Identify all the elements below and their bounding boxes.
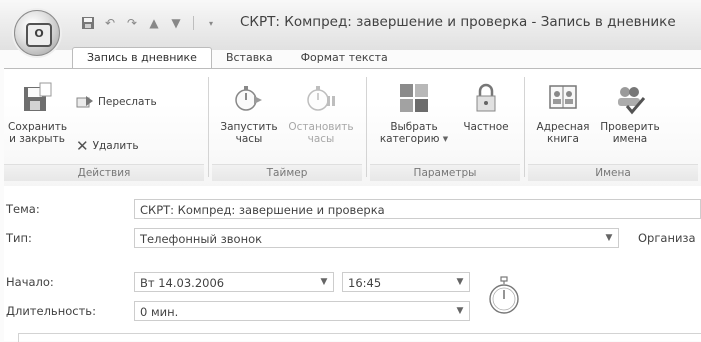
appointment-form: Тема: СКРТ: Компред: завершение и провер… [4,186,701,342]
duration-select[interactable]: 0 мин. ▼ [134,301,470,321]
group-actions-label: Действия [4,164,204,181]
office-button[interactable]: O [14,10,60,56]
chevron-down-icon: ▼ [456,306,464,316]
group-separator [366,77,367,177]
up-icon[interactable]: ▲ [146,15,162,31]
address-book-icon [546,81,580,115]
company-label: Организа [638,231,696,245]
group-timer: Запустить часы Остановить часы Таймер [212,73,362,181]
stop-timer-button[interactable]: Остановить часы [284,81,358,145]
group-timer-label: Таймер [212,164,362,181]
forward-icon [76,96,93,108]
tab-appointment[interactable]: Запись в дневнике [72,47,212,68]
ribbon: Сохранить и закрыть Переслать ✕ Удалить … [4,68,701,188]
group-separator [524,77,525,177]
start-time-select[interactable]: 16:45 ▼ [342,272,470,292]
category-icon [397,81,431,115]
chevron-down-icon: ▼ [442,135,449,143]
forward-button[interactable]: Переслать [76,95,157,109]
group-separator [208,77,209,177]
stop-timer-icon [304,81,338,115]
type-label: Тип: [6,231,32,245]
lock-icon [469,81,503,115]
quick-access-toolbar: ↶ ↷ ▲ ▼ ▾ [80,14,219,32]
duration-label: Длительность: [6,304,96,318]
start-date-select[interactable]: Вт 14.03.2006 ▼ [134,272,334,292]
chevron-down-icon: ▼ [605,233,613,243]
customize-qat-icon[interactable]: ▾ [203,15,219,31]
chevron-down-icon: ▼ [456,277,464,287]
subject-input[interactable]: СКРТ: Компред: завершение и проверка [134,199,701,219]
type-select[interactable]: Телефонный звонок ▼ [134,228,619,248]
tab-insert[interactable]: Вставка [212,48,287,68]
group-names-label: Имена [528,164,698,181]
start-date-value: Вт 14.03.2006 [140,276,225,290]
save-close-icon [20,81,54,115]
window-title: СКРТ: Компред: завершение и проверка - З… [240,14,676,30]
start-timer-icon [232,81,266,115]
type-value: Телефонный звонок [140,232,263,246]
tab-format-text[interactable]: Формат текста [287,48,402,68]
delete-button[interactable]: ✕ Удалить [76,137,139,155]
start-label: Начало: [6,275,54,289]
ribbon-tabs: Запись в дневнике Вставка Формат текста [72,46,402,68]
group-options: Выбрать категорию ▼ Частное Параметры [370,73,520,181]
subject-label: Тема: [6,202,40,216]
office-logo-icon: O [26,23,52,47]
categorize-button[interactable]: Выбрать категорию ▼ [376,81,452,145]
address-book-button[interactable]: Адресная книга [532,81,594,145]
save-close-button[interactable]: Сохранить и закрыть [8,81,67,145]
delete-icon: ✕ [76,137,89,155]
qat-separator [193,16,194,30]
check-names-button[interactable]: Проверить имена [594,81,666,145]
duration-value: 0 мин. [140,305,179,319]
group-actions: Сохранить и закрыть Переслать ✕ Удалить … [4,73,204,181]
chevron-down-icon: ▼ [320,277,328,287]
stopwatch-icon [486,276,522,319]
down-icon[interactable]: ▼ [168,15,184,31]
start-timer-button[interactable]: Запустить часы [214,81,284,145]
redo-icon[interactable]: ↷ [124,15,140,31]
private-button[interactable]: Частное [456,81,516,133]
group-names: Адресная книга Проверить имена Имена [528,73,698,181]
start-time-value: 16:45 [348,276,382,290]
check-names-icon [613,81,647,115]
undo-icon[interactable]: ↶ [102,15,118,31]
save-icon[interactable] [80,15,96,31]
group-options-label: Параметры [370,164,520,181]
